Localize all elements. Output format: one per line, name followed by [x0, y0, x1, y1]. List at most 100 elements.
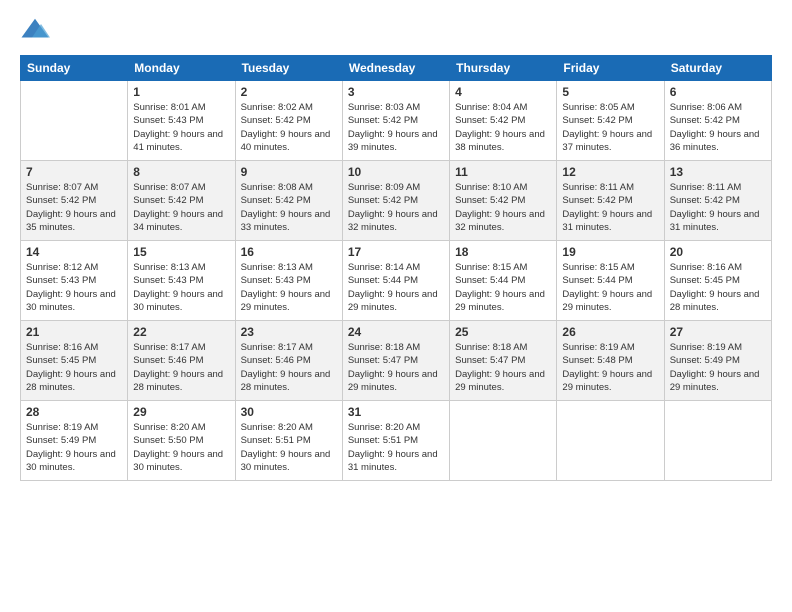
logo-icon [20, 15, 50, 45]
cell-date: 31 [348, 405, 444, 419]
calendar-cell: 20 Sunrise: 8:16 AMSunset: 5:45 PMDayligh… [664, 241, 771, 321]
cell-date: 10 [348, 165, 444, 179]
calendar-cell: 14Sunrise: 8:12 AMSunset: 5:43 PMDayligh… [21, 241, 128, 321]
cell-info: Sunrise: 8:08 AMSunset: 5:42 PMDaylight:… [241, 181, 337, 234]
day-header-wednesday: Wednesday [342, 56, 449, 81]
calendar-cell [557, 401, 664, 481]
cell-info: Sunrise: 8:20 AMSunset: 5:51 PMDaylight:… [348, 421, 444, 474]
cell-info: Sunrise: 8:11 AMSunset: 5:42 PMDaylight:… [562, 181, 658, 234]
calendar-cell: 15 Sunrise: 8:13 AMSunset: 5:43 PMDayligh… [128, 241, 235, 321]
cell-info: Sunrise: 8:16 AMSunset: 5:45 PMDaylight:… [26, 341, 122, 394]
calendar-cell: 5 Sunrise: 8:05 AMSunset: 5:42 PMDaylight… [557, 81, 664, 161]
cell-date: 23 [241, 325, 337, 339]
cell-info: Sunrise: 8:07 AMSunset: 5:42 PMDaylight:… [26, 181, 122, 234]
calendar-week-3: 21 Sunrise: 8:16 AMSunset: 5:45 PMDayligh… [21, 321, 772, 401]
calendar-cell: 22 Sunrise: 8:17 AMSunset: 5:46 PMDayligh… [128, 321, 235, 401]
cell-date: 28 [26, 405, 122, 419]
calendar-cell: 8Sunrise: 8:07 AMSunset: 5:42 PMDaylight… [128, 161, 235, 241]
cell-info: Sunrise: 8:05 AMSunset: 5:42 PMDaylight:… [562, 101, 658, 154]
cell-date: 4 [455, 85, 551, 99]
calendar-cell: 16 Sunrise: 8:13 AMSunset: 5:43 PMDayligh… [235, 241, 342, 321]
cell-info: Sunrise: 8:20 AMSunset: 5:51 PMDaylight:… [241, 421, 337, 474]
calendar-cell: 27Sunrise: 8:19 AMSunset: 5:49 PMDayligh… [664, 321, 771, 401]
cell-info: Sunrise: 8:06 AMSunset: 5:42 PMDaylight:… [670, 101, 766, 154]
cell-info: Sunrise: 8:09 AMSunset: 5:42 PMDaylight:… [348, 181, 444, 234]
calendar-week-0: 1 Sunrise: 8:01 AMSunset: 5:43 PMDaylight… [21, 81, 772, 161]
calendar-cell: 24 Sunrise: 8:18 AMSunset: 5:47 PMDayligh… [342, 321, 449, 401]
calendar-cell [664, 401, 771, 481]
cell-date: 11 [455, 165, 551, 179]
calendar-cell: 25 Sunrise: 8:18 AMSunset: 5:47 PMDayligh… [450, 321, 557, 401]
calendar-cell: 26 Sunrise: 8:19 AMSunset: 5:48 PMDayligh… [557, 321, 664, 401]
calendar-week-2: 14Sunrise: 8:12 AMSunset: 5:43 PMDayligh… [21, 241, 772, 321]
calendar-cell: 1 Sunrise: 8:01 AMSunset: 5:43 PMDaylight… [128, 81, 235, 161]
cell-info: Sunrise: 8:02 AMSunset: 5:42 PMDaylight:… [241, 101, 337, 154]
day-header-sunday: Sunday [21, 56, 128, 81]
cell-date: 7 [26, 165, 122, 179]
calendar-cell: 19 Sunrise: 8:15 AMSunset: 5:44 PMDayligh… [557, 241, 664, 321]
cell-date: 12 [562, 165, 658, 179]
calendar-cell: 9 Sunrise: 8:08 AMSunset: 5:42 PMDaylight… [235, 161, 342, 241]
cell-date: 18 [455, 245, 551, 259]
cell-date: 15 [133, 245, 229, 259]
cell-info: Sunrise: 8:01 AMSunset: 5:43 PMDaylight:… [133, 101, 229, 154]
calendar-cell [21, 81, 128, 161]
calendar-week-1: 7 Sunrise: 8:07 AMSunset: 5:42 PMDaylight… [21, 161, 772, 241]
cell-date: 2 [241, 85, 337, 99]
cell-date: 24 [348, 325, 444, 339]
cell-info: Sunrise: 8:13 AMSunset: 5:43 PMDaylight:… [133, 261, 229, 314]
cell-date: 8 [133, 165, 229, 179]
cell-info: Sunrise: 8:11 AMSunset: 5:42 PMDaylight:… [670, 181, 766, 234]
cell-date: 13 [670, 165, 766, 179]
cell-date: 6 [670, 85, 766, 99]
cell-date: 22 [133, 325, 229, 339]
cell-date: 1 [133, 85, 229, 99]
cell-date: 3 [348, 85, 444, 99]
cell-date: 29 [133, 405, 229, 419]
cell-info: Sunrise: 8:18 AMSunset: 5:47 PMDaylight:… [455, 341, 551, 394]
cell-date: 21 [26, 325, 122, 339]
calendar-cell: 18 Sunrise: 8:15 AMSunset: 5:44 PMDayligh… [450, 241, 557, 321]
calendar-cell: 21 Sunrise: 8:16 AMSunset: 5:45 PMDayligh… [21, 321, 128, 401]
cell-info: Sunrise: 8:15 AMSunset: 5:44 PMDaylight:… [562, 261, 658, 314]
cell-info: Sunrise: 8:03 AMSunset: 5:42 PMDaylight:… [348, 101, 444, 154]
cell-date: 30 [241, 405, 337, 419]
cell-info: Sunrise: 8:15 AMSunset: 5:44 PMDaylight:… [455, 261, 551, 314]
day-header-friday: Friday [557, 56, 664, 81]
cell-date: 16 [241, 245, 337, 259]
cell-info: Sunrise: 8:04 AMSunset: 5:42 PMDaylight:… [455, 101, 551, 154]
day-header-tuesday: Tuesday [235, 56, 342, 81]
day-header-saturday: Saturday [664, 56, 771, 81]
cell-info: Sunrise: 8:16 AMSunset: 5:45 PMDaylight:… [670, 261, 766, 314]
cell-date: 9 [241, 165, 337, 179]
calendar-cell: 11 Sunrise: 8:10 AMSunset: 5:42 PMDayligh… [450, 161, 557, 241]
cell-date: 17 [348, 245, 444, 259]
calendar-cell: 3 Sunrise: 8:03 AMSunset: 5:42 PMDaylight… [342, 81, 449, 161]
day-header-thursday: Thursday [450, 56, 557, 81]
cell-date: 19 [562, 245, 658, 259]
cell-date: 20 [670, 245, 766, 259]
calendar-cell: 23 Sunrise: 8:17 AMSunset: 5:46 PMDayligh… [235, 321, 342, 401]
calendar-cell: 28Sunrise: 8:19 AMSunset: 5:49 PMDayligh… [21, 401, 128, 481]
cell-info: Sunrise: 8:18 AMSunset: 5:47 PMDaylight:… [348, 341, 444, 394]
cell-info: Sunrise: 8:10 AMSunset: 5:42 PMDaylight:… [455, 181, 551, 234]
cell-info: Sunrise: 8:17 AMSunset: 5:46 PMDaylight:… [241, 341, 337, 394]
calendar-cell: 31 Sunrise: 8:20 AMSunset: 5:51 PMDayligh… [342, 401, 449, 481]
cell-date: 5 [562, 85, 658, 99]
cell-date: 25 [455, 325, 551, 339]
calendar: SundayMondayTuesdayWednesdayThursdayFrid… [20, 55, 772, 481]
cell-date: 26 [562, 325, 658, 339]
cell-info: Sunrise: 8:17 AMSunset: 5:46 PMDaylight:… [133, 341, 229, 394]
day-header-monday: Monday [128, 56, 235, 81]
calendar-cell: 4 Sunrise: 8:04 AMSunset: 5:42 PMDaylight… [450, 81, 557, 161]
cell-info: Sunrise: 8:13 AMSunset: 5:43 PMDaylight:… [241, 261, 337, 314]
calendar-cell: 12 Sunrise: 8:11 AMSunset: 5:42 PMDayligh… [557, 161, 664, 241]
cell-info: Sunrise: 8:19 AMSunset: 5:49 PMDaylight:… [670, 341, 766, 394]
calendar-cell: 10 Sunrise: 8:09 AMSunset: 5:42 PMDayligh… [342, 161, 449, 241]
calendar-cell: 29Sunrise: 8:20 AMSunset: 5:50 PMDayligh… [128, 401, 235, 481]
calendar-cell [450, 401, 557, 481]
calendar-cell: 17Sunrise: 8:14 AMSunset: 5:44 PMDayligh… [342, 241, 449, 321]
cell-date: 14 [26, 245, 122, 259]
cell-info: Sunrise: 8:19 AMSunset: 5:48 PMDaylight:… [562, 341, 658, 394]
logo [20, 15, 54, 45]
